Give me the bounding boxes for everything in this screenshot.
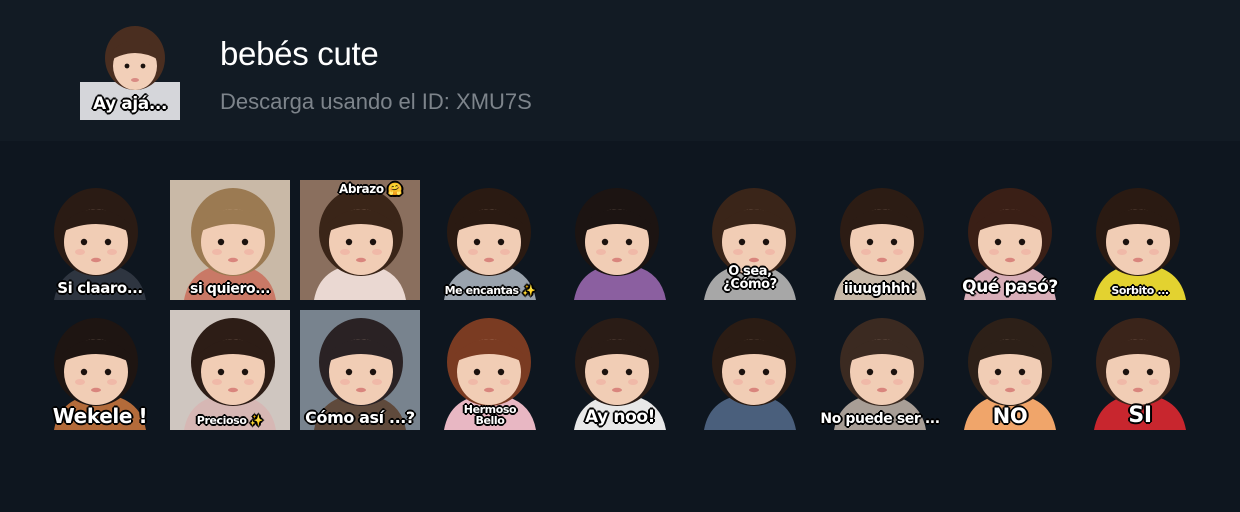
sticker-tile[interactable] <box>560 180 680 300</box>
sticker-caption: Abrazo 🤗 <box>338 182 402 196</box>
baby-photo-illustration <box>430 180 550 300</box>
baby-photo-illustration <box>300 180 420 300</box>
sticker-tile[interactable]: NO <box>950 310 1070 430</box>
sticker-caption: Wekele ! <box>52 404 148 428</box>
sticker-tile[interactable]: No puede ser ... <box>820 310 940 430</box>
sticker-caption: Sorbito ... <box>1111 284 1169 298</box>
sticker-tile[interactable]: Precioso ✨ <box>170 310 290 430</box>
sticker-caption: Precioso ✨ <box>196 414 264 428</box>
sticker-tile[interactable]: si quiero... <box>170 180 290 300</box>
sticker-caption: O sea, ¿Cómo? <box>723 263 777 293</box>
sticker-caption: No puede ser ... <box>820 411 940 428</box>
sticker-tile[interactable]: Me encantas ✨ <box>430 180 550 300</box>
sticker-tile[interactable]: Ay noo! <box>560 310 680 430</box>
sticker-tile[interactable]: Cómo así ...? <box>300 310 420 430</box>
sticker-tile[interactable]: Wekele ! <box>40 310 160 430</box>
sticker-tile[interactable]: Sorbito ... <box>1080 180 1200 300</box>
sticker-tile[interactable]: Hermoso Bello <box>430 310 550 430</box>
sticker-tile[interactable]: SI <box>1080 310 1200 430</box>
sticker-tile[interactable] <box>690 310 810 430</box>
baby-photo-illustration <box>1080 180 1200 300</box>
sticker-caption: NO <box>992 403 1028 428</box>
sticker-tile[interactable]: O sea, ¿Cómo? <box>690 180 810 300</box>
baby-photo-illustration <box>170 310 290 430</box>
sticker-tile[interactable]: iiuughhh! <box>820 180 940 300</box>
sticker-caption: SI <box>1128 402 1152 428</box>
sticker-grid: Si claaro... si quiero... Abrazo 🤗 Me encan… <box>0 0 1240 512</box>
sticker-caption: Me encantas ✨ <box>444 284 536 298</box>
sticker-tile[interactable]: Qué pasó? <box>950 180 1070 300</box>
sticker-caption: Si claaro... <box>57 279 143 298</box>
baby-photo-illustration <box>690 310 810 430</box>
sticker-caption: iiuughhh! <box>843 281 917 298</box>
sticker-caption: si quiero... <box>190 281 270 298</box>
sticker-caption: Cómo así ...? <box>305 408 415 428</box>
sticker-tile[interactable]: Si claaro... <box>40 180 160 300</box>
baby-photo-illustration <box>560 180 680 300</box>
sticker-caption: Ay noo! <box>585 407 655 428</box>
sticker-tile[interactable]: Abrazo 🤗 <box>300 180 420 300</box>
sticker-caption: Qué pasó? <box>962 277 1058 298</box>
sticker-caption: Hermoso Bello <box>463 402 517 428</box>
